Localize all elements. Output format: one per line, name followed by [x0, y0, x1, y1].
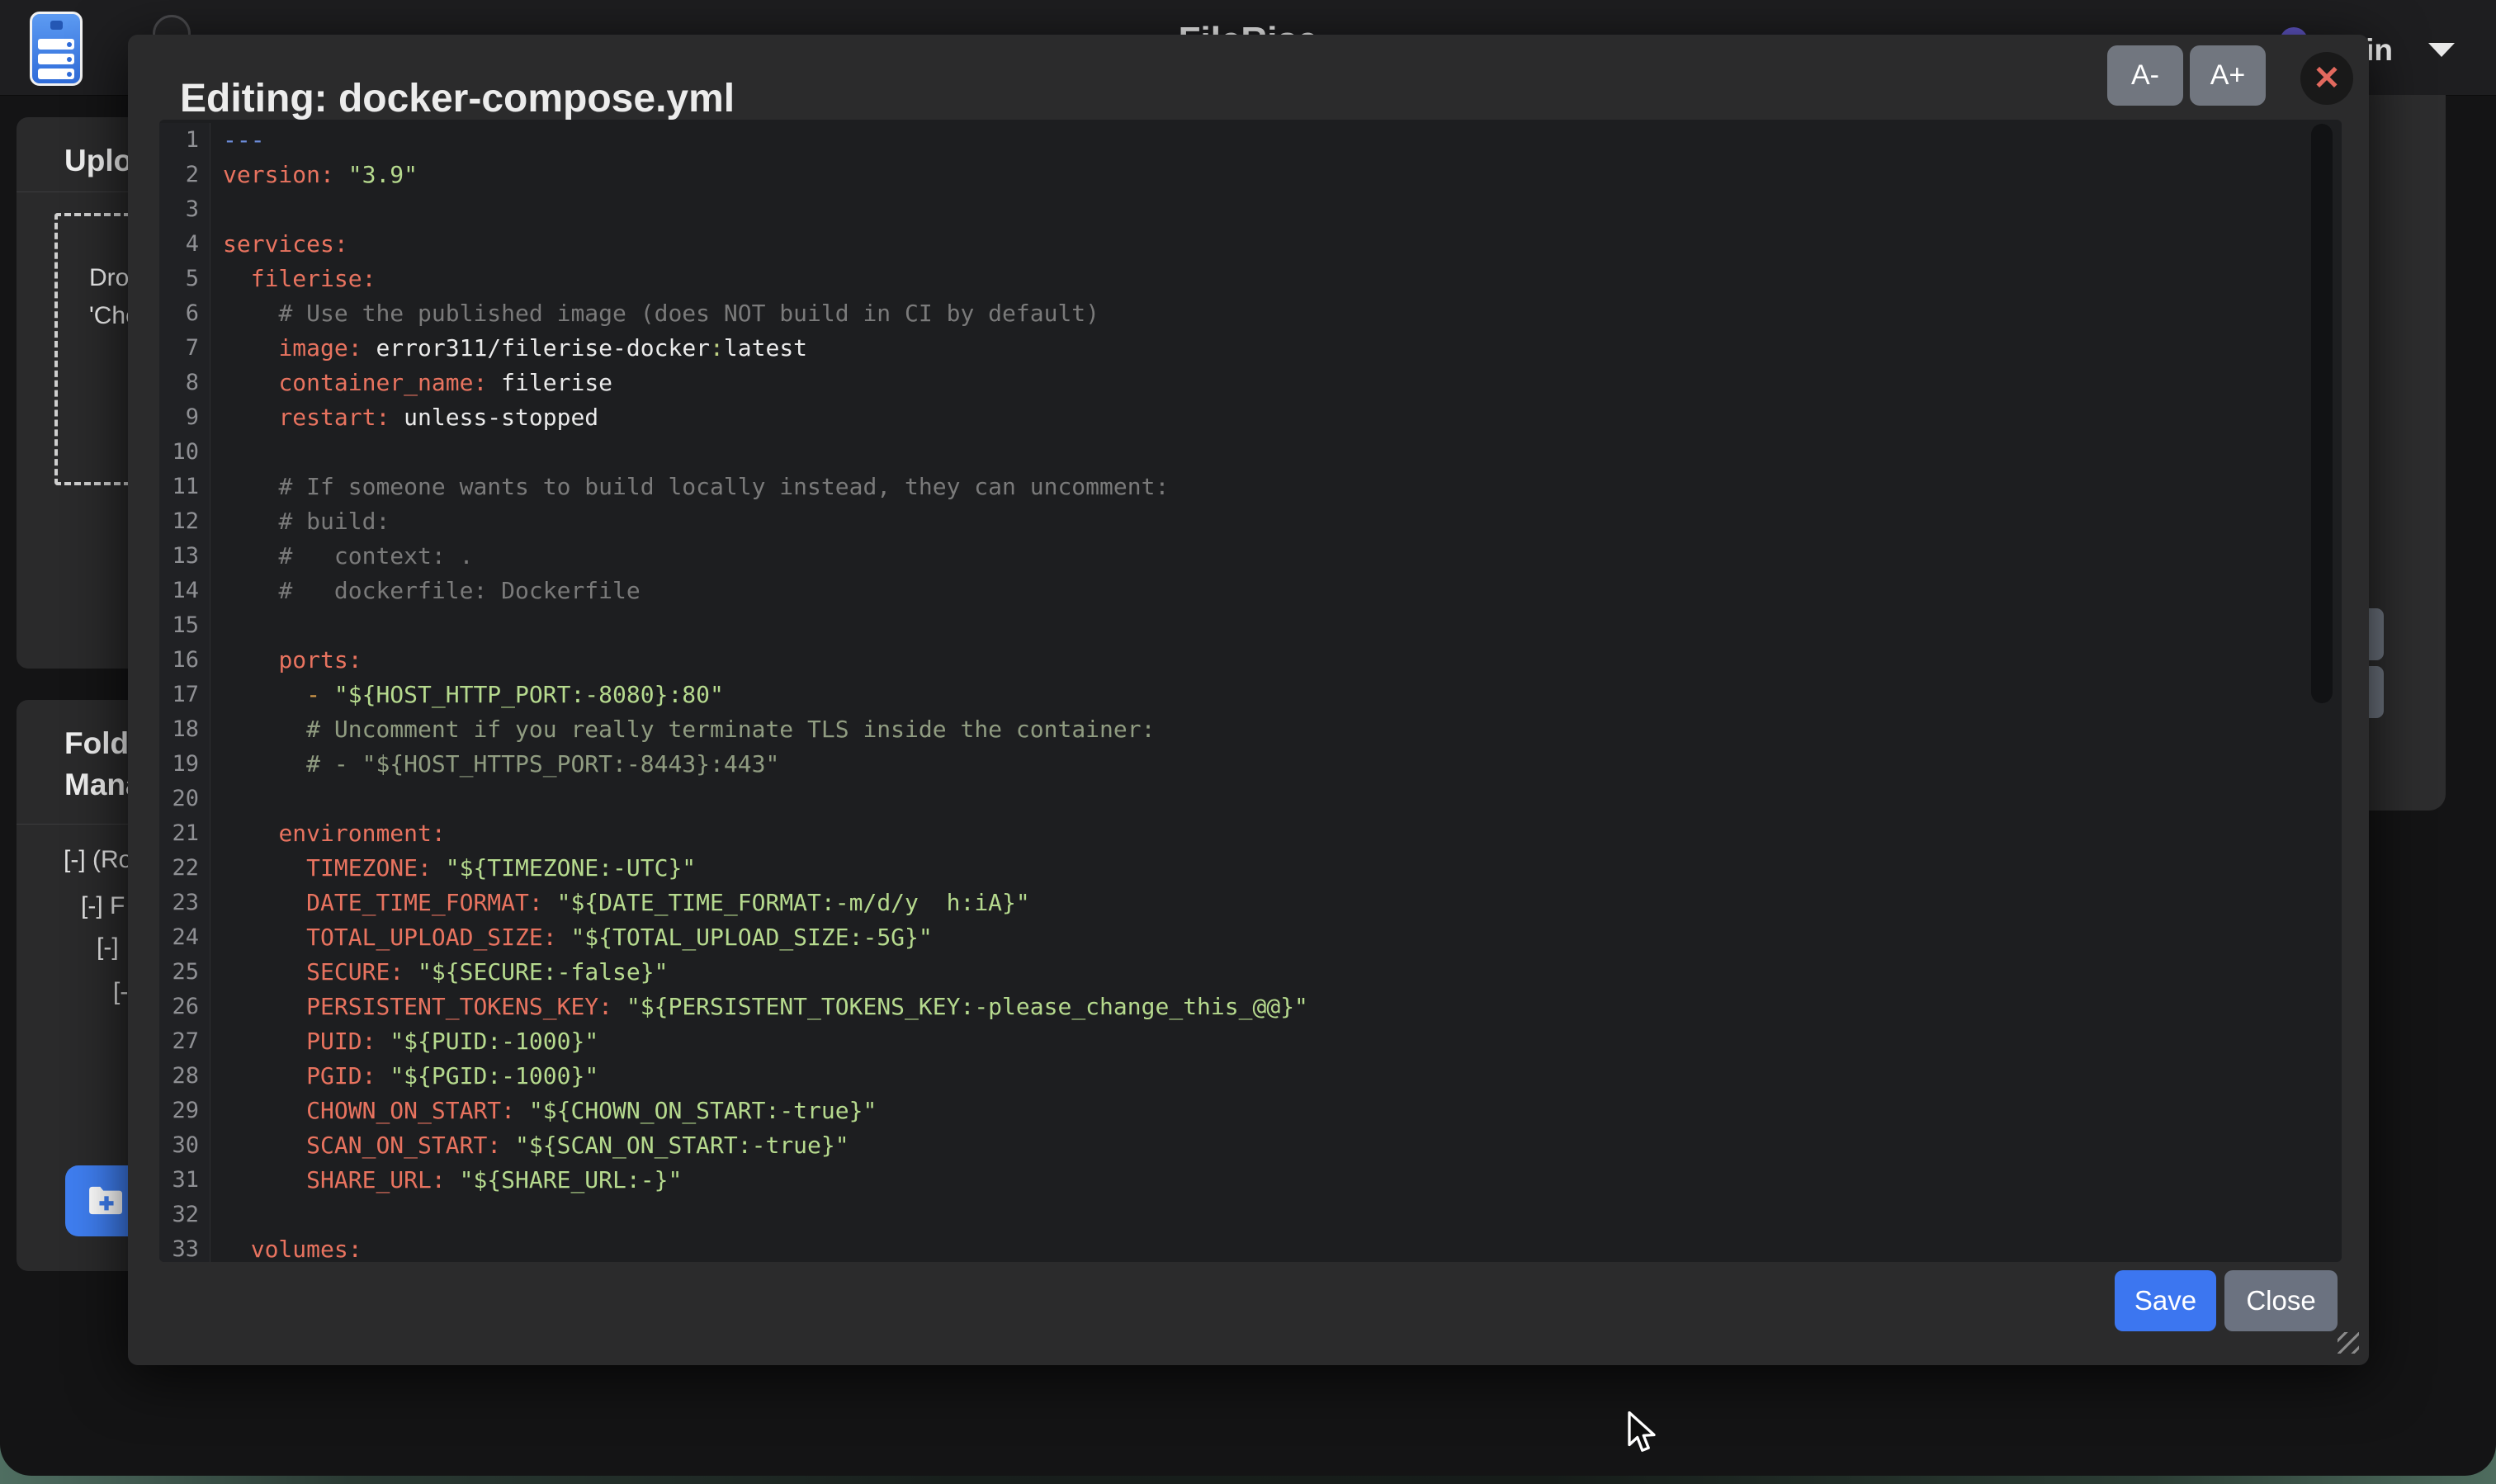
font-increase-button[interactable]: A+ — [2190, 45, 2266, 106]
gutter-line-number: 9 — [159, 400, 199, 435]
gutter-line-number: 32 — [159, 1198, 199, 1232]
code-line[interactable]: container_name: filerise — [223, 366, 2309, 400]
gutter-line-number: 23 — [159, 886, 199, 920]
code-line[interactable]: filerise: — [223, 262, 2309, 296]
code-line[interactable] — [223, 1198, 2309, 1232]
code-line[interactable]: # Use the published image (does NOT buil… — [223, 296, 2309, 331]
code-line[interactable] — [223, 782, 2309, 816]
gutter-line-number: 25 — [159, 955, 199, 990]
code-line[interactable]: TOTAL_UPLOAD_SIZE: "${TOTAL_UPLOAD_SIZE:… — [223, 920, 2309, 955]
gutter-line-number: 33 — [159, 1232, 199, 1262]
code-editor[interactable]: 1234567891011121314151617181920212223242… — [159, 120, 2342, 1262]
gutter-line-number: 21 — [159, 816, 199, 851]
mouse-cursor — [1624, 1411, 1659, 1456]
code-lines: ---version: "3.9" services: filerise: # U… — [223, 123, 2309, 1262]
gutter-line-number: 16 — [159, 643, 199, 678]
code-line[interactable]: # Uncomment if you really terminate TLS … — [223, 712, 2309, 747]
gutter-line-number: 14 — [159, 574, 199, 608]
folder-tree-item[interactable]: [-] F — [81, 892, 125, 925]
code-line[interactable]: # dockerfile: Dockerfile — [223, 574, 2309, 608]
code-line[interactable]: PERSISTENT_TOKENS_KEY: "${PERSISTENT_TOK… — [223, 990, 2309, 1024]
gutter-line-number: 8 — [159, 366, 199, 400]
modal-title: Editing: docker-compose.yml — [180, 76, 735, 121]
code-line[interactable]: # If someone wants to build locally inst… — [223, 470, 2309, 504]
code-line[interactable]: # build: — [223, 504, 2309, 539]
editor-scrollbar-thumb[interactable] — [2311, 124, 2333, 703]
code-line[interactable]: SCAN_ON_START: "${SCAN_ON_START:-true}" — [223, 1128, 2309, 1163]
code-line[interactable]: SECURE: "${SECURE:-false}" — [223, 955, 2309, 990]
gutter-line-number: 19 — [159, 747, 199, 782]
gutter-line-number: 7 — [159, 331, 199, 366]
code-line[interactable]: volumes: — [223, 1232, 2309, 1262]
close-icon[interactable]: ✕ — [2300, 52, 2353, 105]
gutter-line-number: 22 — [159, 851, 199, 886]
gutter-line-number: 4 — [159, 227, 199, 262]
gutter-line-number: 1 — [159, 123, 199, 158]
save-button[interactable]: Save — [2115, 1270, 2216, 1331]
gutter-line-number: 28 — [159, 1059, 199, 1094]
gutter-line-number: 11 — [159, 470, 199, 504]
gutter-line-number: 18 — [159, 712, 199, 747]
close-button[interactable]: Close — [2224, 1270, 2338, 1331]
resize-handle[interactable] — [2338, 1332, 2359, 1354]
code-line[interactable]: SHARE_URL: "${SHARE_URL:-}" — [223, 1163, 2309, 1198]
gutter-line-number: 3 — [159, 192, 199, 227]
gutter-line-number: 13 — [159, 539, 199, 574]
gutter-line-number: 6 — [159, 296, 199, 331]
gutter-line-number: 10 — [159, 435, 199, 470]
gutter-line-number: 15 — [159, 608, 199, 643]
code-line[interactable]: - "${HOST_HTTP_PORT:-8080}:80" — [223, 678, 2309, 712]
code-line[interactable]: PGID: "${PGID:-1000}" — [223, 1059, 2309, 1094]
code-line[interactable]: --- — [223, 123, 2309, 158]
code-line[interactable]: services: — [223, 227, 2309, 262]
folder-tree-item[interactable]: [- — [113, 978, 128, 1011]
gutter-line-number: 27 — [159, 1024, 199, 1059]
gutter-line-number: 5 — [159, 262, 199, 296]
code-line[interactable]: # context: . — [223, 539, 2309, 574]
edit-file-modal: Editing: docker-compose.yml A- A+ ✕ 1234… — [128, 35, 2369, 1365]
code-line[interactable] — [223, 608, 2309, 643]
gutter-line-number: 26 — [159, 990, 199, 1024]
code-line[interactable]: version: "3.9" — [223, 158, 2309, 192]
gutter-line-number: 24 — [159, 920, 199, 955]
font-decrease-button[interactable]: A- — [2107, 45, 2183, 106]
code-line[interactable]: image: error311/filerise-docker:latest — [223, 331, 2309, 366]
chevron-down-icon[interactable] — [2428, 43, 2455, 57]
app-page: FileRise admin Upload Drop files here or… — [0, 0, 2496, 1476]
gutter-line-number: 20 — [159, 782, 199, 816]
code-line[interactable] — [223, 192, 2309, 227]
gutter-line-number: 2 — [159, 158, 199, 192]
code-line[interactable]: restart: unless-stopped — [223, 400, 2309, 435]
code-line[interactable]: DATE_TIME_FORMAT: "${DATE_TIME_FORMAT:-m… — [223, 886, 2309, 920]
gutter-line-number: 17 — [159, 678, 199, 712]
gutter-line-number: 12 — [159, 504, 199, 539]
code-line[interactable] — [223, 435, 2309, 470]
gutter-line-number: 30 — [159, 1128, 199, 1163]
gutter-line-number: 31 — [159, 1163, 199, 1198]
code-line[interactable]: ports: — [223, 643, 2309, 678]
gutter-line-number: 29 — [159, 1094, 199, 1128]
code-line[interactable]: environment: — [223, 816, 2309, 851]
code-line[interactable]: PUID: "${PUID:-1000}" — [223, 1024, 2309, 1059]
folder-plus-icon — [87, 1185, 125, 1217]
filerise-logo-icon[interactable] — [30, 12, 83, 86]
code-line[interactable]: # - "${HOST_HTTPS_PORT:-8443}:443" — [223, 747, 2309, 782]
code-line[interactable]: TIMEZONE: "${TIMEZONE:-UTC}" — [223, 851, 2309, 886]
folder-tree-item[interactable]: [-] — [97, 933, 119, 966]
code-line[interactable]: CHOWN_ON_START: "${CHOWN_ON_START:-true}… — [223, 1094, 2309, 1128]
editor-gutter: 1234567891011121314151617181920212223242… — [159, 123, 210, 1262]
